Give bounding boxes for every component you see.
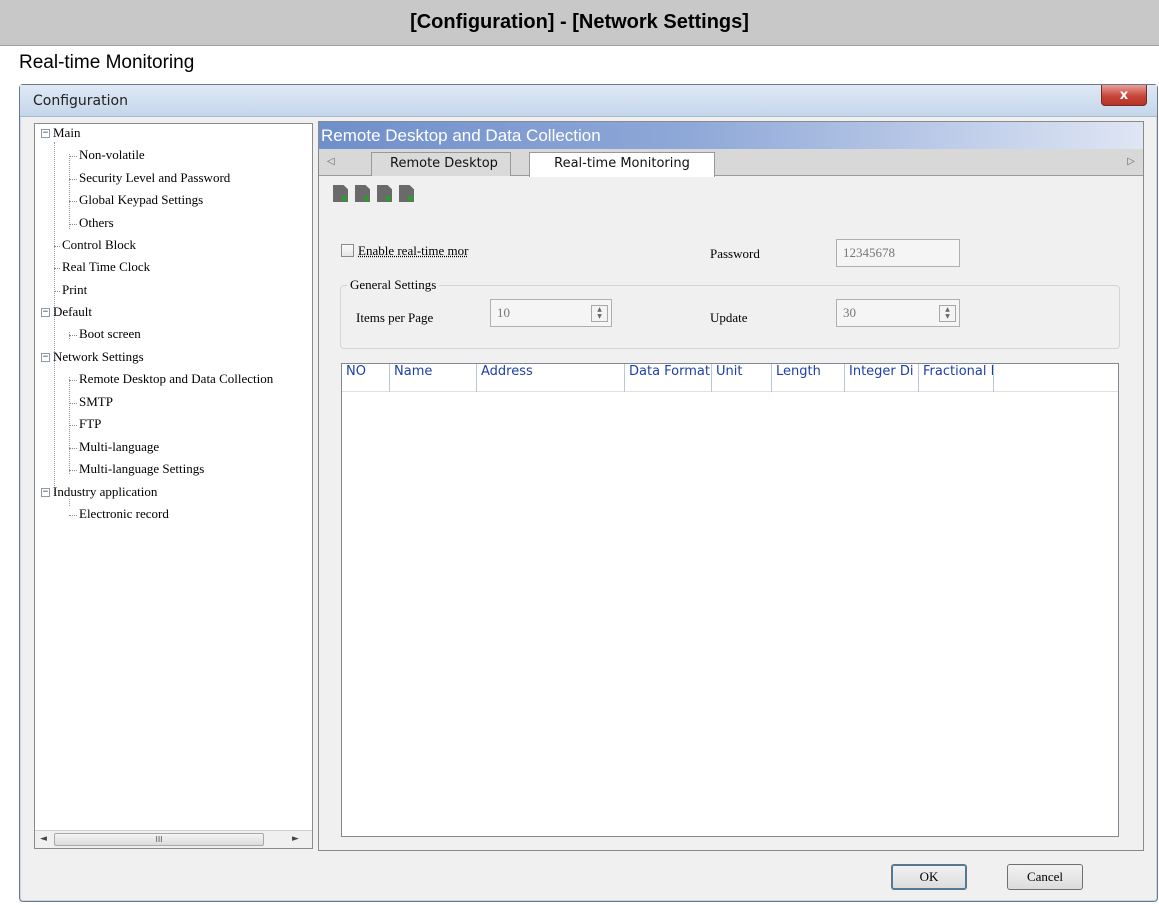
tree-label: Industry application xyxy=(53,484,158,499)
add-row-icon[interactable] xyxy=(333,185,348,202)
move-down-icon[interactable] xyxy=(399,185,414,202)
title-bar: Configuration x xyxy=(20,85,1157,117)
tree-node-control-block[interactable]: Control Block xyxy=(54,234,136,256)
update-value: 30 xyxy=(843,305,856,320)
tree-node-ftp[interactable]: FTP xyxy=(69,413,101,435)
tree-label: SMTP xyxy=(79,394,113,409)
tab-remote-desktop[interactable]: Remote Desktop xyxy=(371,152,511,176)
toolbar xyxy=(333,185,414,205)
items-per-page-label: Items per Page xyxy=(356,310,434,325)
delete-row-icon[interactable] xyxy=(355,185,370,202)
column-header-name[interactable]: Name xyxy=(390,364,477,392)
tree-label: Network Settings xyxy=(53,349,144,364)
tab-scroll-left-icon[interactable]: ◁ xyxy=(327,156,335,167)
tree-node-industry[interactable]: − Industry application xyxy=(41,481,157,503)
column-header-no[interactable]: NO xyxy=(342,364,390,392)
collapse-icon[interactable]: − xyxy=(41,128,50,138)
scroll-thumb[interactable]: III xyxy=(54,833,264,846)
close-button[interactable]: x xyxy=(1101,85,1147,106)
password-field[interactable]: 12345678 xyxy=(836,239,960,267)
move-up-icon[interactable] xyxy=(377,185,392,202)
tree-node-security[interactable]: Security Level and Password xyxy=(69,167,230,189)
items-per-page-stepper[interactable]: 10 ▲ ▼ xyxy=(490,299,612,327)
tree-label: Main xyxy=(53,125,81,140)
enable-monitoring-label[interactable]: Enable real-time mor xyxy=(358,243,468,259)
spin-buttons-icon[interactable]: ▲ ▼ xyxy=(591,305,608,322)
collapse-icon[interactable]: − xyxy=(41,487,50,497)
column-header-integer-digits[interactable]: Integer Di xyxy=(845,364,919,392)
tree-label: Print xyxy=(62,282,88,297)
update-stepper[interactable]: 30 ▲ ▼ xyxy=(836,299,960,327)
tree-node-default[interactable]: − Default xyxy=(41,301,92,323)
tree-node-smtp[interactable]: SMTP xyxy=(69,391,113,413)
tree-label: Multi-language Settings xyxy=(79,461,205,476)
items-per-page-value: 10 xyxy=(497,305,510,320)
column-header-data-format[interactable]: Data Format xyxy=(625,364,712,392)
tab-scroll-right-icon[interactable]: ▷ xyxy=(1127,156,1135,167)
tree-node-boot-screen[interactable]: Boot screen xyxy=(69,323,141,345)
ok-button[interactable]: OK xyxy=(891,864,967,890)
collapse-icon[interactable]: − xyxy=(41,307,50,317)
tree-node-print[interactable]: Print xyxy=(54,279,87,301)
tree-label: Non-volatile xyxy=(79,147,145,162)
tree-node-rtc[interactable]: Real Time Clock xyxy=(54,256,150,278)
tree-label: Others xyxy=(79,215,114,230)
document-header: [Configuration] - [Network Settings] xyxy=(0,0,1159,46)
tree-label: Boot screen xyxy=(79,326,141,341)
tab-strip: ◁ Remote Desktop Real-time Monitoring ▷ xyxy=(319,149,1143,177)
tree-node-keypad[interactable]: Global Keypad Settings xyxy=(69,189,203,211)
tree-label: Security Level and Password xyxy=(79,170,231,185)
enable-monitoring-checkbox[interactable] xyxy=(341,244,354,257)
tree-label: Remote Desktop and Data Collection xyxy=(79,371,274,386)
column-header-fractional-digits[interactable]: Fractional I xyxy=(919,364,994,392)
password-label: Password xyxy=(710,246,760,261)
configuration-window: Configuration x − Main Non-volatile Secur… xyxy=(19,84,1158,902)
tree-node-others[interactable]: Others xyxy=(69,212,114,234)
cancel-button[interactable]: Cancel xyxy=(1007,864,1083,890)
tree-label: Default xyxy=(53,304,92,319)
scroll-left-icon[interactable]: ◄ xyxy=(35,831,52,848)
grid-header: NO Name Address Data Format Unit Length … xyxy=(342,364,1118,392)
tree-label: Multi-language xyxy=(79,439,160,454)
tab-real-time-monitoring[interactable]: Real-time Monitoring xyxy=(529,152,715,177)
tree-node-multi-language[interactable]: Multi-language xyxy=(69,436,159,458)
tree-node-multi-language-settings[interactable]: Multi-language Settings xyxy=(69,458,204,480)
tree-horizontal-scrollbar[interactable]: ◄ III ► xyxy=(35,830,312,848)
close-icon: x xyxy=(1119,87,1129,103)
tree-label: Electronic record xyxy=(79,506,169,521)
tree-label: FTP xyxy=(79,416,102,431)
tree-node-non-volatile[interactable]: Non-volatile xyxy=(69,144,145,166)
column-header-length[interactable]: Length xyxy=(772,364,845,392)
scroll-right-icon[interactable]: ► xyxy=(287,831,304,848)
window-title: Configuration xyxy=(33,93,128,109)
tree-node-electronic-record[interactable]: Electronic record xyxy=(69,503,169,525)
panel-title: Remote Desktop and Data Collection xyxy=(319,122,1143,149)
collapse-icon[interactable]: − xyxy=(41,352,50,362)
tree-node-main[interactable]: − Main xyxy=(41,122,80,144)
document-subtitle: Real-time Monitoring xyxy=(19,52,195,73)
monitoring-items-grid[interactable]: NO Name Address Data Format Unit Length … xyxy=(341,363,1119,837)
tree-label: Control Block xyxy=(62,237,137,252)
update-label: Update xyxy=(710,310,748,325)
settings-panel: Remote Desktop and Data Collection ◁ Rem… xyxy=(318,121,1144,851)
column-header-unit[interactable]: Unit xyxy=(712,364,772,392)
tree-node-network[interactable]: − Network Settings xyxy=(41,346,144,368)
general-settings-title: General Settings xyxy=(347,277,440,293)
tree-node-remote-desktop[interactable]: Remote Desktop and Data Collection xyxy=(69,368,273,390)
spin-buttons-icon[interactable]: ▲ ▼ xyxy=(939,305,956,322)
settings-tree: − Main Non-volatile Security Level and Pa… xyxy=(34,123,313,849)
tree-label: Real Time Clock xyxy=(62,259,151,274)
column-header-address[interactable]: Address xyxy=(477,364,625,392)
tree-label: Global Keypad Settings xyxy=(79,192,204,207)
